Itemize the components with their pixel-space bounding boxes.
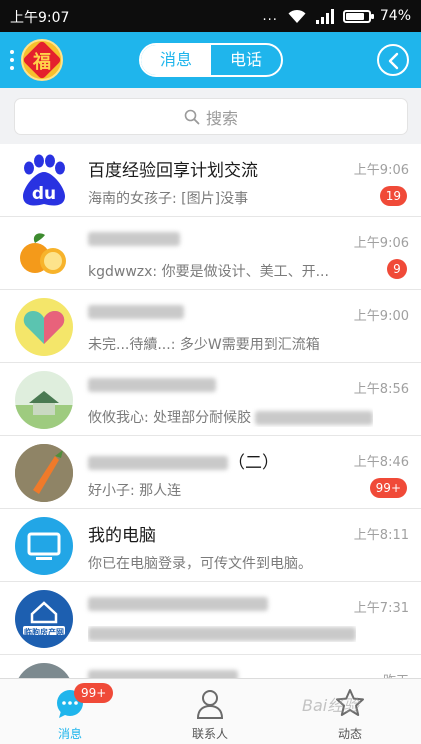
house-logo-avatar: 临朐房产网	[15, 590, 73, 648]
conversation-preview-text: 攸攸我心: 处理部分耐候胶	[88, 410, 252, 426]
status-time: 上午9:07	[10, 10, 70, 26]
list-item[interactable]: 未完...待續...: 多少W需要用到汇流箱 上午9:00	[0, 290, 421, 363]
conversation-name: （二）	[88, 448, 279, 473]
conversation-list: du 百度经验回享计划交流 海南的女孩子: [图片]没事 上午9:06 19 k…	[0, 144, 421, 678]
wifi-icon	[288, 9, 306, 23]
avatar[interactable]: 福	[21, 39, 63, 81]
conversation-preview: 好小子: 那人连	[88, 483, 182, 499]
logo-text: 临朐房产网	[24, 628, 64, 637]
search-placeholder: 搜索	[205, 108, 238, 128]
contacts-icon	[196, 690, 224, 719]
conversation-time: 上午8:56	[353, 382, 409, 397]
house-avatar	[15, 371, 73, 429]
list-item[interactable]: du 百度经验回享计划交流 海南的女孩子: [图片]没事 上午9:06 19	[0, 144, 421, 217]
watermark: Bai经验	[302, 696, 360, 715]
unread-badge: 99+	[369, 478, 407, 498]
conversation-preview: 你已在电脑登录，可传文件到电脑。	[88, 556, 312, 572]
nav-label: 联系人	[191, 727, 228, 741]
heart-avatar	[15, 298, 73, 356]
conversation-time: 上午9:00	[353, 309, 409, 324]
conversation-time: 上午7:31	[353, 601, 409, 616]
nav-unread-badge: 99+	[74, 683, 114, 703]
segmented-tabs: 消息 电话	[139, 43, 283, 77]
partial-avatar	[15, 663, 73, 678]
conversation-name	[88, 375, 216, 395]
svg-text:du: du	[32, 184, 56, 204]
conversation-preview: 海南的女孩子: [图片]没事	[88, 191, 249, 207]
conversation-preview: kgdwwzx: 你要是做设计、美工、开...	[88, 264, 329, 280]
carrot-avatar	[15, 444, 73, 502]
list-item[interactable]: 我的电脑 你已在电脑登录，可传文件到电脑。 上午8:11	[0, 509, 421, 582]
conversation-time: 上午8:11	[353, 528, 409, 543]
chevron-left-icon	[388, 52, 399, 70]
conversation-time: 上午9:06	[353, 163, 409, 178]
conversation-name	[88, 302, 184, 322]
battery-percent: 74%	[379, 8, 411, 24]
back-button[interactable]	[377, 44, 409, 76]
tab-messages[interactable]: 消息	[141, 45, 211, 75]
orange-avatar	[15, 225, 73, 283]
battery-fill	[345, 12, 364, 20]
list-item[interactable]: 临朐房产网 上午7:31	[0, 582, 421, 655]
conversation-time: 上午9:06	[353, 236, 409, 251]
list-item[interactable]: 昨天	[0, 655, 421, 678]
top-header: 福 消息 电话	[0, 32, 421, 88]
list-item[interactable]: kgdwwzx: 你要是做设计、美工、开... 上午9:06 9	[0, 217, 421, 290]
conversation-preview	[88, 626, 356, 642]
tab-calls[interactable]: 电话	[211, 45, 281, 75]
menu-dots-icon[interactable]	[10, 50, 14, 70]
conversation-name	[88, 667, 238, 678]
computer-avatar	[15, 517, 73, 575]
search-area: 搜索	[0, 88, 421, 144]
unread-badge: 9	[387, 259, 407, 279]
avatar-char: 福	[33, 52, 51, 73]
nav-contacts[interactable]: 联系人	[140, 679, 280, 744]
conversation-time: 昨天	[383, 670, 409, 678]
conversation-preview: 攸攸我心: 处理部分耐候胶	[88, 407, 374, 427]
signal-icon	[315, 8, 334, 24]
search-input[interactable]: 搜索	[14, 98, 408, 135]
conversation-preview: 未完...待續...: 多少W需要用到汇流箱	[88, 337, 320, 353]
conversation-time: 上午8:46	[353, 455, 409, 470]
notification-dots: ...	[262, 8, 278, 24]
conversation-name	[88, 594, 268, 614]
conversation-name: 百度经验回享计划交流	[88, 161, 258, 181]
list-item[interactable]: 攸攸我心: 处理部分耐候胶 上午8:56	[0, 363, 421, 436]
conversation-name	[88, 229, 180, 249]
conversation-name: 我的电脑	[88, 526, 156, 546]
unread-badge: 19	[379, 186, 407, 206]
nav-label: 动态	[337, 727, 362, 741]
nav-label: 消息	[57, 727, 82, 741]
battery-icon	[342, 9, 374, 23]
nav-messages[interactable]: 99+ 消息	[0, 679, 140, 744]
conversation-name-suffix: （二）	[228, 453, 279, 473]
search-icon	[184, 109, 200, 124]
list-item[interactable]: （二） 好小子: 那人连 上午8:46 99+	[0, 436, 421, 509]
status-icons: ... 74%	[262, 6, 411, 26]
baidu-logo-avatar: du	[15, 152, 73, 210]
status-bar: 上午9:07 ... 74%	[0, 0, 421, 32]
